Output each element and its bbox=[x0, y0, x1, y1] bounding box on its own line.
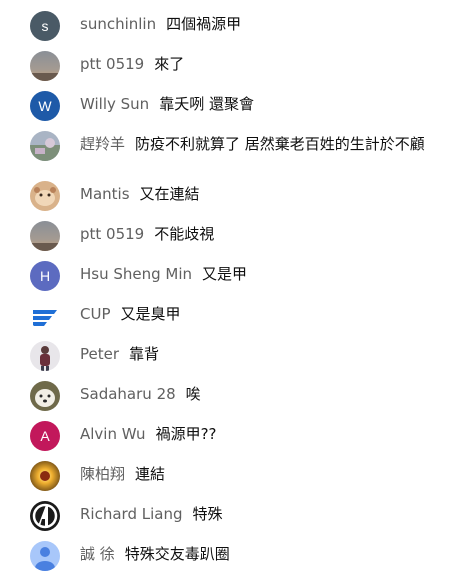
message-text: 靠背 bbox=[129, 345, 160, 363]
avatar-letter: s bbox=[41, 18, 49, 34]
author-name[interactable]: ptt 0519 bbox=[80, 55, 144, 73]
author-name[interactable]: Richard Liang bbox=[80, 505, 182, 523]
author-avatar[interactable]: A bbox=[30, 421, 60, 451]
author-avatar[interactable]: s bbox=[30, 11, 60, 41]
author-name[interactable]: Mantis bbox=[80, 185, 130, 203]
avatar-letter: A bbox=[40, 428, 50, 444]
author-name[interactable]: ptt 0519 bbox=[80, 225, 144, 243]
message-text: 靠夭咧 還聚會 bbox=[159, 95, 254, 113]
message-text: 又是甲 bbox=[202, 265, 248, 283]
author-name[interactable]: CUP bbox=[80, 305, 111, 323]
avengers-logo-icon[interactable] bbox=[30, 501, 60, 531]
author-name[interactable]: Willy Sun bbox=[80, 95, 149, 113]
message-text: 不能歧視 bbox=[154, 225, 215, 243]
message-text: 又在連結 bbox=[139, 185, 200, 203]
avatar-letter: W bbox=[38, 98, 52, 114]
author-name[interactable]: Sadaharu 28 bbox=[80, 385, 176, 403]
avatar-letter: H bbox=[39, 268, 51, 284]
author-avatar[interactable]: H bbox=[30, 261, 60, 291]
author-avatar[interactable]: W bbox=[30, 91, 60, 121]
author-name[interactable]: Hsu Sheng Min bbox=[80, 265, 192, 283]
person-photo-icon[interactable] bbox=[30, 341, 60, 371]
message-text: 禍源甲?? bbox=[155, 425, 217, 443]
author-name[interactable]: Alvin Wu bbox=[80, 425, 146, 443]
author-name[interactable]: 趕羚羊 bbox=[80, 135, 125, 153]
message-text: 唉 bbox=[185, 385, 201, 403]
sunset-photo-icon[interactable] bbox=[30, 51, 60, 81]
dog-photo-icon[interactable] bbox=[30, 381, 60, 411]
author-name[interactable]: sunchinlin bbox=[80, 15, 156, 33]
hamster-photo-icon[interactable] bbox=[30, 181, 60, 211]
message-text: 來了 bbox=[154, 55, 185, 73]
landscape-photo-icon[interactable] bbox=[30, 131, 60, 161]
message-text: 特殊 bbox=[192, 505, 223, 523]
default-user-icon[interactable] bbox=[30, 541, 60, 571]
message-text: 防疫不利就算了 居然棄老百姓的生計於不顧 bbox=[135, 135, 425, 153]
message-text: 又是臭甲 bbox=[120, 305, 181, 323]
sunset-photo-icon[interactable] bbox=[30, 221, 60, 251]
message-text: 四個禍源甲 bbox=[166, 15, 242, 33]
author-name[interactable]: 誠 徐 bbox=[80, 545, 115, 563]
message-text: 連結 bbox=[135, 465, 166, 483]
author-name[interactable]: 陳柏翔 bbox=[80, 465, 125, 483]
message-text: 特殊交友毒趴圈 bbox=[124, 545, 230, 563]
cup-logo-icon[interactable] bbox=[30, 301, 60, 331]
author-name[interactable]: Peter bbox=[80, 345, 119, 363]
sunburst-photo-icon[interactable] bbox=[30, 461, 60, 491]
live-chat-list: s sunchinlin 四個禍源甲 ptt 0519 來了 W Willy Sun… bbox=[0, 0, 471, 578]
